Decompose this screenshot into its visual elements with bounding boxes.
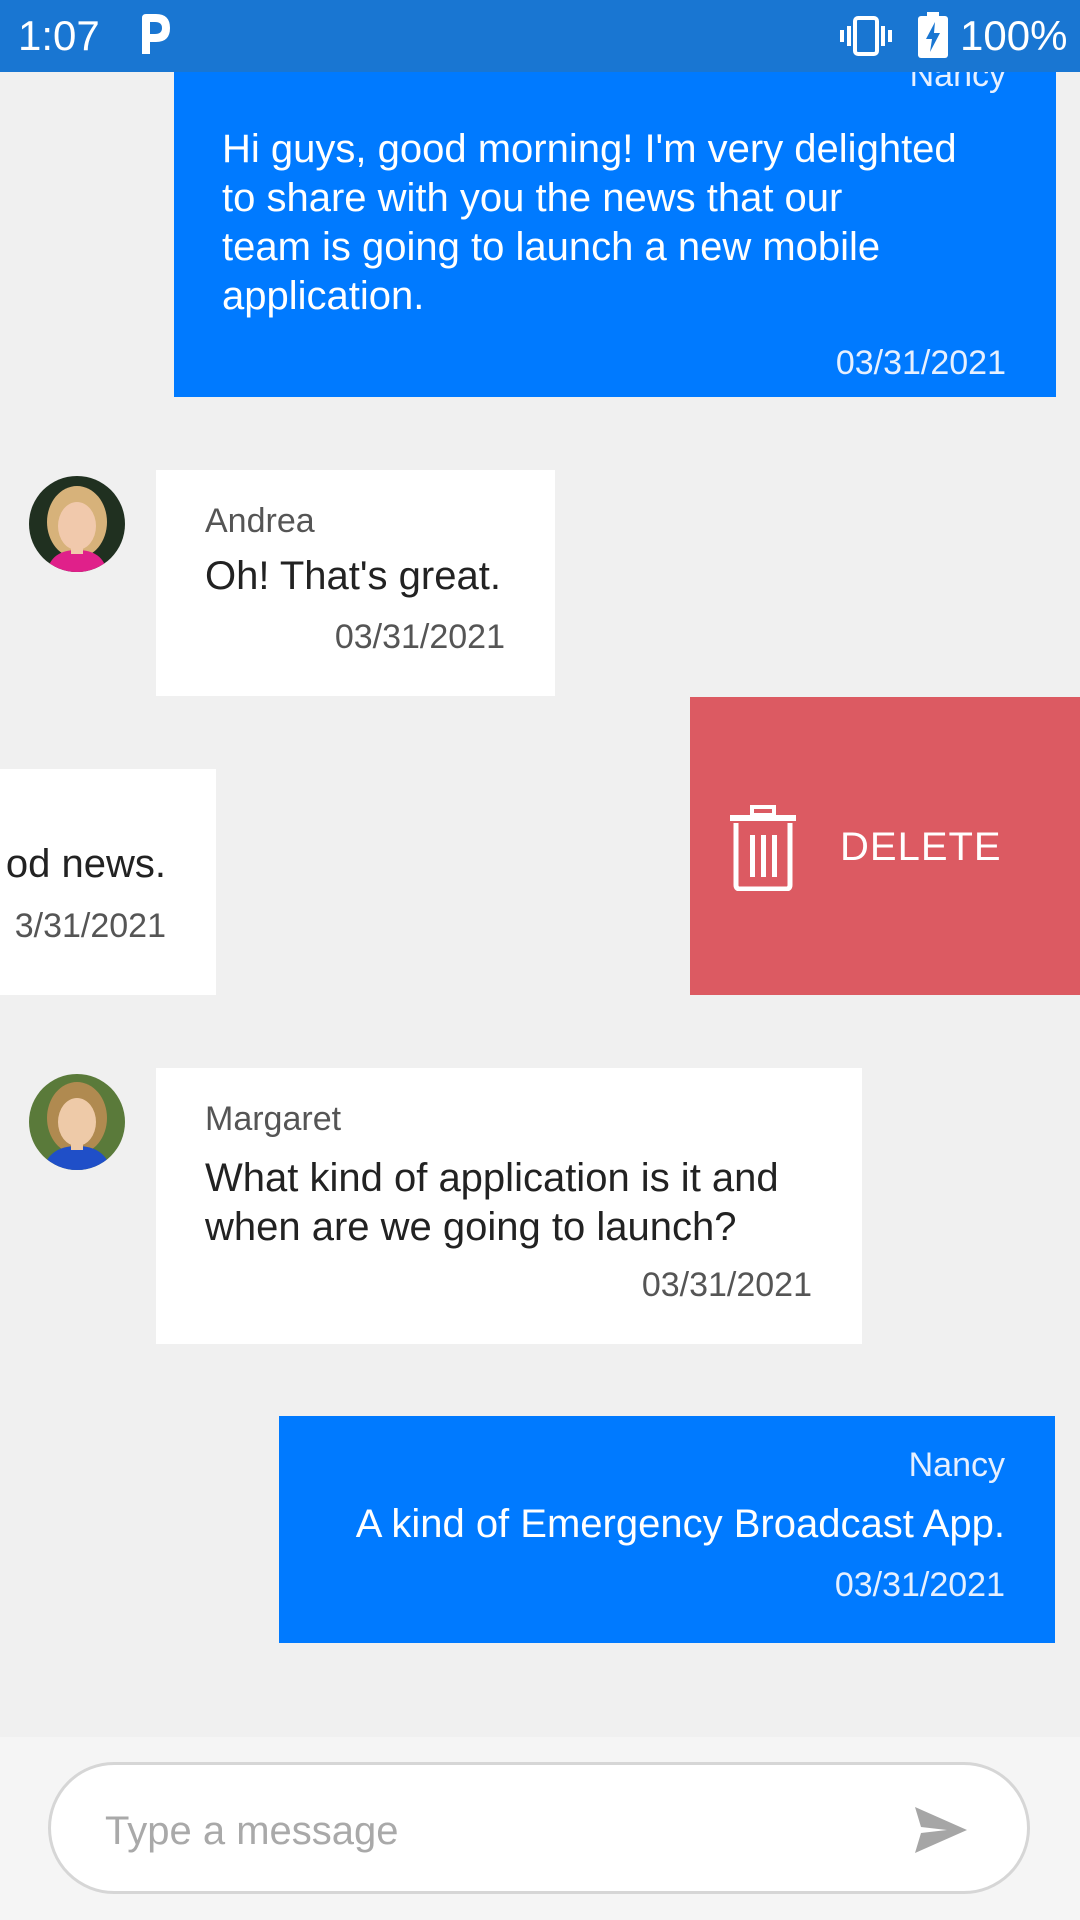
message-date: 03/31/2021	[834, 1566, 1005, 1604]
message-text: Hi guys, good morning! I'm very delighte…	[222, 127, 957, 318]
message-sender: Nancy	[908, 1446, 1005, 1484]
avatar-andrea[interactable]	[29, 476, 125, 572]
parking-app-icon	[142, 14, 170, 54]
message-bubble-incoming[interactable]: Margaret What kind of application is it …	[156, 1068, 862, 1344]
message-text: What kind of application is it and when …	[205, 1156, 779, 1249]
delete-swipe-action[interactable]: DELETE	[690, 697, 1080, 995]
message-composer	[0, 1737, 1080, 1920]
message-date: 03/31/2021	[334, 618, 505, 656]
message-text: Oh! That's great.	[205, 554, 501, 598]
message-bubble-swiped[interactable]: od news. 3/31/2021	[0, 769, 216, 995]
message-date: 03/31/2021	[641, 1266, 812, 1304]
chat-screen: 1:07 100% Nancy Hi guys, good morning! I…	[0, 0, 1080, 1920]
avatar-margaret[interactable]	[29, 1074, 125, 1170]
vibrate-icon	[840, 16, 892, 56]
battery-percent: 100%	[960, 12, 1068, 59]
message-list[interactable]: Nancy Hi guys, good morning! I'm very de…	[0, 72, 1080, 1737]
status-bar: 1:07 100%	[0, 0, 1080, 72]
message-bubble-outgoing[interactable]: Nancy A kind of Emergency Broadcast App.…	[279, 1416, 1055, 1643]
message-bubble-incoming[interactable]: Andrea Oh! That's great. 03/31/2021	[156, 470, 555, 696]
message-sender: Andrea	[205, 502, 315, 540]
message-bubble-outgoing[interactable]: Nancy Hi guys, good morning! I'm very de…	[174, 72, 1056, 397]
message-date: 3/31/2021	[14, 907, 166, 945]
send-icon[interactable]	[913, 1805, 969, 1855]
status-time: 1:07	[18, 12, 100, 59]
message-text: A kind of Emergency Broadcast App.	[355, 1502, 1005, 1546]
message-input[interactable]	[103, 1795, 867, 1867]
battery-charging-icon	[918, 12, 948, 58]
message-text: od news.	[5, 842, 166, 886]
trash-icon	[730, 805, 796, 891]
delete-label: DELETE	[840, 825, 1002, 869]
message-date: 03/31/2021	[835, 344, 1006, 382]
message-sender: Nancy	[909, 72, 1006, 94]
message-input-container[interactable]	[48, 1762, 1030, 1894]
message-sender: Margaret	[205, 1100, 342, 1138]
